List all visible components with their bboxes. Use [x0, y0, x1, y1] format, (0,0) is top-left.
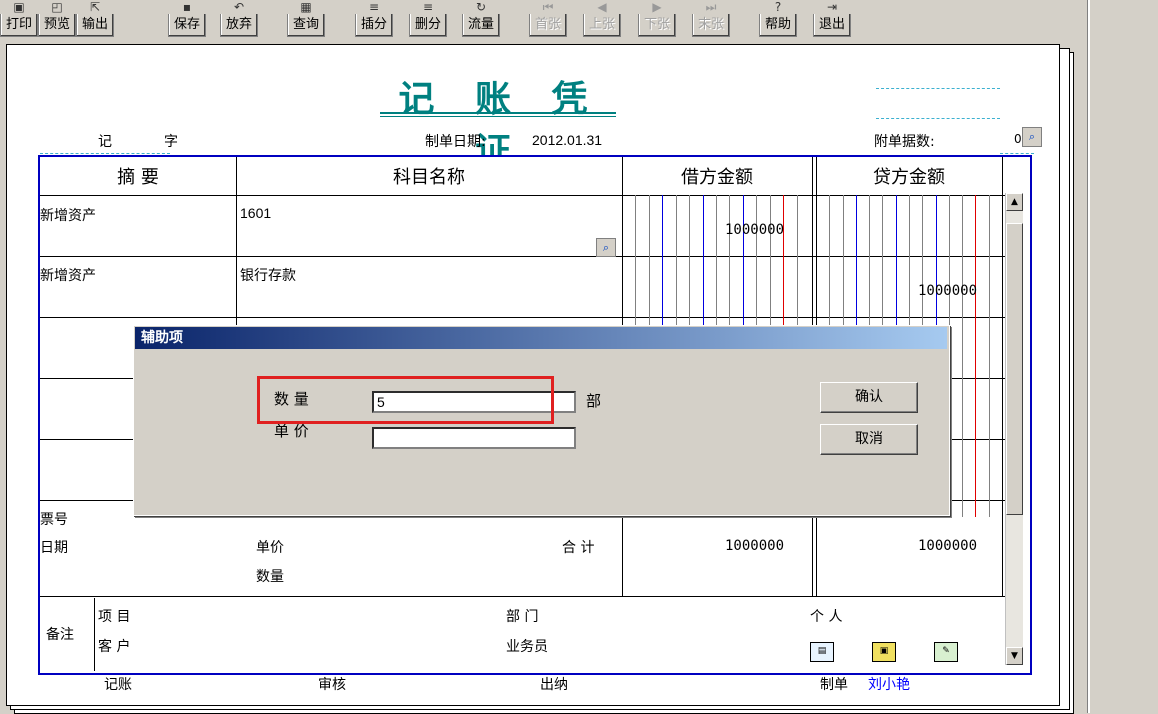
attachments-line [1000, 153, 1034, 154]
quantity-label: 数量 [256, 569, 284, 585]
preview-button[interactable]: ◰ 预览 [38, 0, 76, 38]
export-icon: ⇱ [89, 0, 101, 14]
prev-icon: ◀ [597, 0, 607, 14]
person-label: 个 人 [810, 609, 843, 625]
grid-line [40, 596, 1006, 597]
cashflow-icon: ↻ [475, 0, 487, 14]
edit-icon[interactable]: ✎ [934, 642, 958, 662]
exit-icon: ⇥ [826, 0, 838, 14]
query-icon: ▦ [300, 0, 312, 14]
quantity-unit: 部 [586, 392, 602, 410]
insert-row-icon: ≡ [368, 0, 380, 14]
row-1-account[interactable]: 1601 [240, 205, 271, 221]
remarks-label: 备注 [46, 627, 74, 643]
row-2-credit[interactable]: 1000000 [918, 283, 977, 299]
magnifier-icon[interactable]: ⌕ [1022, 127, 1042, 147]
exit-button[interactable]: ⇥ 退出 [813, 0, 851, 38]
title-underline [380, 112, 616, 114]
total-debit: 1000000 [725, 538, 785, 554]
last-voucher-button[interactable]: ⏭ 末张 [692, 0, 730, 38]
attachments-count[interactable]: 0 [1014, 132, 1022, 146]
date-label: 制单日期: [425, 134, 486, 150]
query-button[interactable]: ▦ 查询 [287, 0, 325, 38]
voucher-type-line [40, 153, 170, 154]
highlight-box [257, 376, 554, 424]
ticket-label: 票号 [40, 512, 68, 528]
row-1-summary[interactable]: 新增资产 [40, 205, 96, 225]
last-icon: ⏭ [705, 0, 717, 14]
save-button[interactable]: ▪ 保存 [168, 0, 206, 38]
debit-header: 借方金额 [681, 167, 753, 188]
maker-name: 刘小艳 [868, 677, 910, 693]
scroll-up-icon[interactable]: ▲ [1006, 193, 1023, 211]
voucher-type-suffix: 字 [164, 134, 178, 150]
save-icon: ▪ [182, 0, 192, 14]
next-icon: ▶ [652, 0, 662, 14]
maker-label: 制单 [820, 677, 848, 693]
discard-icon: ↶ [233, 0, 245, 14]
customer-label: 客 户 [98, 639, 131, 655]
dialog-title[interactable]: 辅助项 [135, 327, 947, 349]
summary-header: 摘 要 [117, 167, 159, 188]
confirm-button[interactable]: 确认 [820, 382, 918, 413]
footer-date-label: 日期 [40, 540, 68, 556]
title-underline [380, 116, 616, 117]
row-1-debit[interactable]: 1000000 [725, 222, 784, 238]
scroll-down-icon[interactable]: ▼ [1006, 647, 1023, 665]
voucher-number-line [876, 118, 1000, 119]
toolbar: ▣ 打印 ◰ 预览 ⇱ 输出 ▪ 保存 ↶ 放弃 ▦ 查询 ≡ 插分 ≡ 删分 ↻ 流量 ⏮ 首张 … [0, 0, 1090, 40]
cancel-button[interactable]: 取消 [820, 424, 918, 455]
cashflow-button[interactable]: ↻ 流量 [462, 0, 500, 38]
prev-voucher-button[interactable]: ◀ 上张 [583, 0, 621, 38]
account-header: 科目名称 [393, 167, 465, 188]
total-label: 合 计 [562, 540, 595, 556]
scrollbar-thumb[interactable] [1006, 223, 1023, 515]
card-icon[interactable]: ▣ [872, 642, 896, 662]
salesman-label: 业务员 [506, 639, 548, 655]
voucher-number-line [876, 88, 1000, 89]
project-label: 项 目 [98, 609, 131, 625]
row-2-account[interactable]: 银行存款 [240, 265, 296, 285]
total-credit: 1000000 [918, 538, 978, 554]
vertical-scrollbar[interactable]: ▲ ▼ [1005, 193, 1023, 665]
row-2-summary[interactable]: 新增资产 [40, 265, 96, 285]
unit-price-label: 单价 [256, 540, 284, 556]
delete-row-icon: ≡ [422, 0, 434, 14]
first-icon: ⏮ [542, 0, 554, 14]
preview-icon: ◰ [51, 0, 63, 14]
discard-button[interactable]: ↶ 放弃 [220, 0, 258, 38]
voucher-title: 记 账 凭 证 [398, 78, 602, 172]
help-icon: ? [774, 0, 782, 14]
first-voucher-button[interactable]: ⏮ 首张 [529, 0, 567, 38]
printer-icon: ▣ [13, 0, 25, 14]
magnifier-icon[interactable]: ⌕ [596, 238, 616, 257]
next-voucher-button[interactable]: ▶ 下张 [638, 0, 676, 38]
insert-row-button[interactable]: ≡ 插分 [355, 0, 393, 38]
unit-price-field[interactable] [372, 427, 576, 449]
window-border [1088, 0, 1090, 713]
grid-line [94, 598, 95, 671]
help-button[interactable]: ? 帮助 [759, 0, 797, 38]
export-button[interactable]: ⇱ 输出 [76, 0, 114, 38]
posting-label: 记账 [104, 677, 132, 693]
date-value[interactable]: 2012.01.31 [532, 132, 602, 148]
audit-label: 审核 [318, 677, 346, 693]
bank-reconcile-icon[interactable]: ▤ [810, 642, 834, 662]
delete-row-button[interactable]: ≡ 删分 [409, 0, 447, 38]
print-button[interactable]: ▣ 打印 [0, 0, 38, 38]
cashier-label: 出纳 [540, 677, 568, 693]
attachments-label: 附单据数: [874, 134, 935, 150]
department-label: 部 门 [506, 609, 539, 625]
voucher-type-char: 记 [98, 134, 112, 150]
credit-header: 贷方金额 [873, 167, 945, 188]
